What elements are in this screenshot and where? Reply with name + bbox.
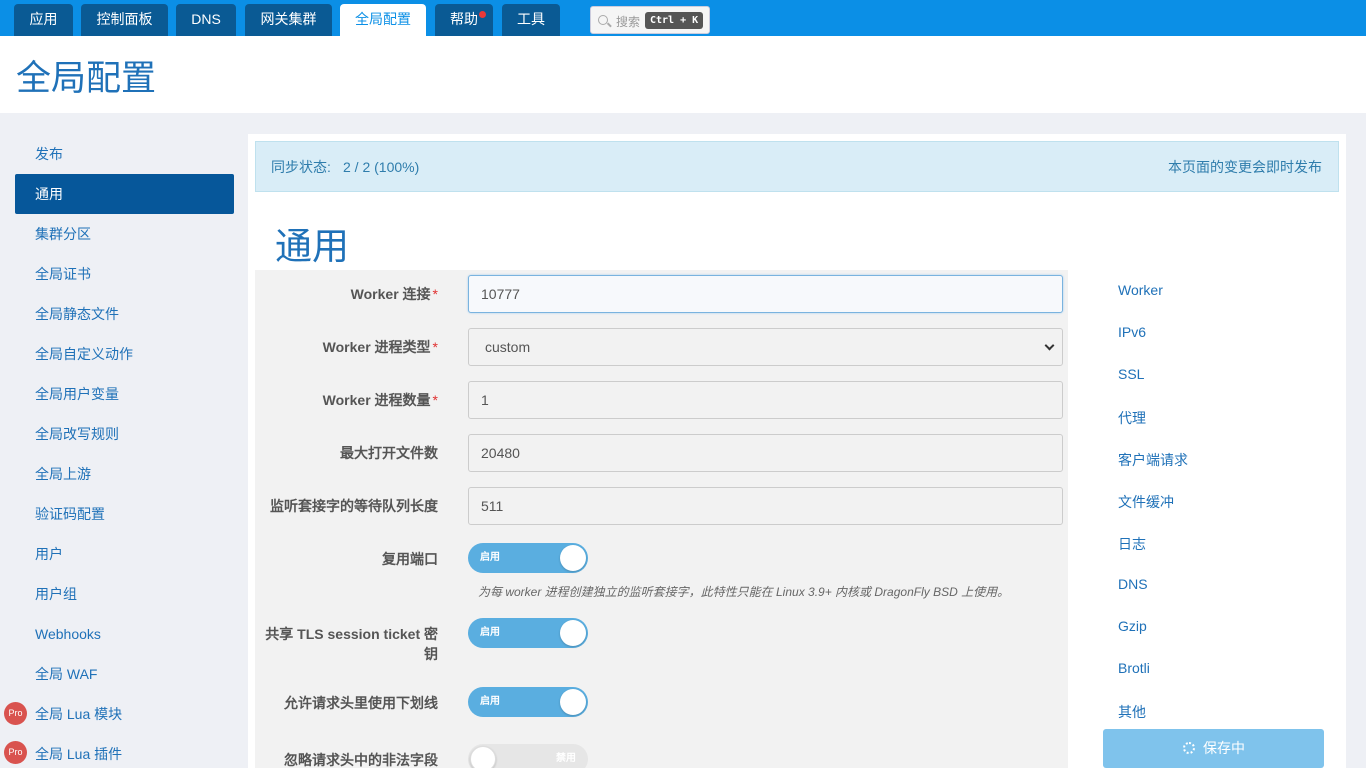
- sidebar-item-captcha-config[interactable]: 验证码配置: [15, 494, 234, 534]
- toggle-state-label: 启用: [480, 552, 500, 563]
- listen-backlog-label: 监听套接字的等待队列长度: [270, 498, 438, 514]
- general-config-form: Worker 连接 * 10777 Worker 进程类型 * custom Wor…: [255, 270, 1068, 768]
- search-icon: [598, 15, 608, 25]
- save-button-label: 保存中: [1203, 740, 1245, 756]
- tab-gateway-cluster[interactable]: 网关集群: [245, 4, 332, 36]
- sidebar-item-global-static-files[interactable]: 全局静态文件: [15, 294, 234, 334]
- anchor-worker[interactable]: Worker: [1118, 282, 1163, 298]
- sidebar-item-general[interactable]: 通用: [15, 174, 234, 214]
- share-tls-ticket-toggle[interactable]: 启用: [468, 618, 588, 648]
- sidebar-item-global-rewrite-rules[interactable]: 全局改写规则: [15, 414, 234, 454]
- sync-status-value: 2 / 2 (100%): [343, 159, 420, 175]
- underscores-in-headers-toggle[interactable]: 启用: [468, 687, 588, 717]
- sidebar-item-users[interactable]: 用户: [15, 534, 234, 574]
- page-title: 全局配置: [16, 59, 157, 98]
- chevron-down-icon: [1044, 340, 1055, 351]
- main-panel: 同步状态: 2 / 2 (100%) 本页面的变更会即时发布 通用 Worker…: [248, 134, 1346, 768]
- tab-tools[interactable]: 工具: [502, 4, 560, 36]
- anchor-dns[interactable]: DNS: [1118, 576, 1148, 592]
- search-label: 搜索: [616, 15, 641, 29]
- anchor-client-request[interactable]: 客户端请求: [1118, 450, 1188, 470]
- max-open-files-input[interactable]: 20480: [468, 434, 1063, 472]
- sidebar-item-global-upstreams[interactable]: 全局上游: [15, 454, 234, 494]
- anchor-ssl[interactable]: SSL: [1118, 366, 1144, 382]
- reuse-port-hint: 为每 worker 进程创建独立的监听套接字，此特性只能在 Linux 3.9+…: [478, 585, 1010, 599]
- max-open-files-label: 最大打开文件数: [340, 445, 438, 461]
- section-title: 通用: [275, 226, 349, 267]
- reuse-port-toggle[interactable]: 启用: [468, 543, 588, 573]
- sidebar-item-webhooks[interactable]: Webhooks: [15, 614, 234, 654]
- toggle-knob: [560, 620, 586, 646]
- tab-help[interactable]: 帮助: [435, 4, 493, 36]
- spinner-icon: [1183, 742, 1195, 754]
- sync-status-bar: 同步状态: 2 / 2 (100%) 本页面的变更会即时发布: [255, 141, 1339, 192]
- toggle-knob: [560, 689, 586, 715]
- tab-dashboard[interactable]: 控制面板: [81, 4, 168, 36]
- notification-dot-icon: [479, 11, 486, 18]
- top-nav: 应用 控制面板 DNS 网关集群 全局配置 帮助 工具 搜索 Ctrl + K: [0, 0, 1366, 36]
- tab-dns[interactable]: DNS: [176, 4, 236, 36]
- toggle-knob: [470, 746, 496, 768]
- anchor-brotli[interactable]: Brotli: [1118, 660, 1150, 676]
- worker-process-type-select[interactable]: custom: [468, 328, 1063, 366]
- ignore-invalid-headers-toggle[interactable]: 禁用: [468, 744, 588, 768]
- sidebar: 发布 通用 集群分区 全局证书 全局静态文件 全局自定义动作 全局用户变量 全局…: [0, 113, 248, 768]
- worker-process-count-input[interactable]: 1: [468, 381, 1063, 419]
- ignore-invalid-headers-label: 忽略请求头中的非法字段: [284, 752, 438, 768]
- anchor-ipv6[interactable]: IPv6: [1118, 324, 1146, 340]
- sidebar-item-global-lua-plugins[interactable]: 全局 Lua 插件: [15, 734, 234, 768]
- sidebar-item-cluster-partition[interactable]: 集群分区: [15, 214, 234, 254]
- sync-status-note: 本页面的变更会即时发布: [1168, 159, 1322, 175]
- worker-process-count-label: Worker 进程数量 *: [322, 392, 438, 408]
- anchor-proxy[interactable]: 代理: [1118, 408, 1146, 428]
- toggle-state-label: 启用: [480, 627, 500, 638]
- underscores-in-headers-label: 允许请求头里使用下划线: [284, 695, 438, 711]
- search-shortcut: Ctrl + K: [645, 12, 704, 29]
- toggle-state-label: 禁用: [556, 753, 576, 764]
- sidebar-item-publish[interactable]: 发布: [15, 134, 234, 174]
- anchor-log[interactable]: 日志: [1118, 534, 1146, 554]
- toggle-knob: [560, 545, 586, 571]
- worker-process-type-value: custom: [485, 339, 531, 355]
- sidebar-item-user-groups[interactable]: 用户组: [15, 574, 234, 614]
- sidebar-item-global-lua-modules[interactable]: 全局 Lua 模块: [15, 694, 234, 734]
- tab-help-label: 帮助: [450, 11, 478, 27]
- worker-connections-input[interactable]: 10777: [468, 275, 1063, 313]
- sidebar-item-global-waf[interactable]: 全局 WAF: [15, 654, 234, 694]
- share-tls-ticket-label: 共享 TLS session ticket 密 钥: [265, 626, 438, 662]
- anchor-gzip[interactable]: Gzip: [1118, 618, 1147, 634]
- sidebar-item-global-certs[interactable]: 全局证书: [15, 254, 234, 294]
- page-header: 全局配置: [0, 36, 1366, 113]
- tab-global-config[interactable]: 全局配置: [340, 4, 426, 36]
- anchor-file-buffer[interactable]: 文件缓冲: [1118, 492, 1174, 512]
- sidebar-item-global-user-vars[interactable]: 全局用户变量: [15, 374, 234, 414]
- save-button[interactable]: 保存中: [1103, 729, 1324, 768]
- search-box[interactable]: 搜索 Ctrl + K: [590, 6, 710, 34]
- sync-status-label: 同步状态:: [271, 159, 331, 175]
- tab-apps[interactable]: 应用: [14, 4, 73, 36]
- worker-connections-label: Worker 连接 *: [350, 286, 438, 302]
- listen-backlog-input[interactable]: 511: [468, 487, 1063, 525]
- worker-process-type-label: Worker 进程类型 *: [322, 339, 438, 355]
- sidebar-item-global-custom-actions[interactable]: 全局自定义动作: [15, 334, 234, 374]
- anchor-other[interactable]: 其他: [1118, 702, 1146, 722]
- reuse-port-label: 复用端口: [382, 551, 438, 567]
- toggle-state-label: 启用: [480, 696, 500, 707]
